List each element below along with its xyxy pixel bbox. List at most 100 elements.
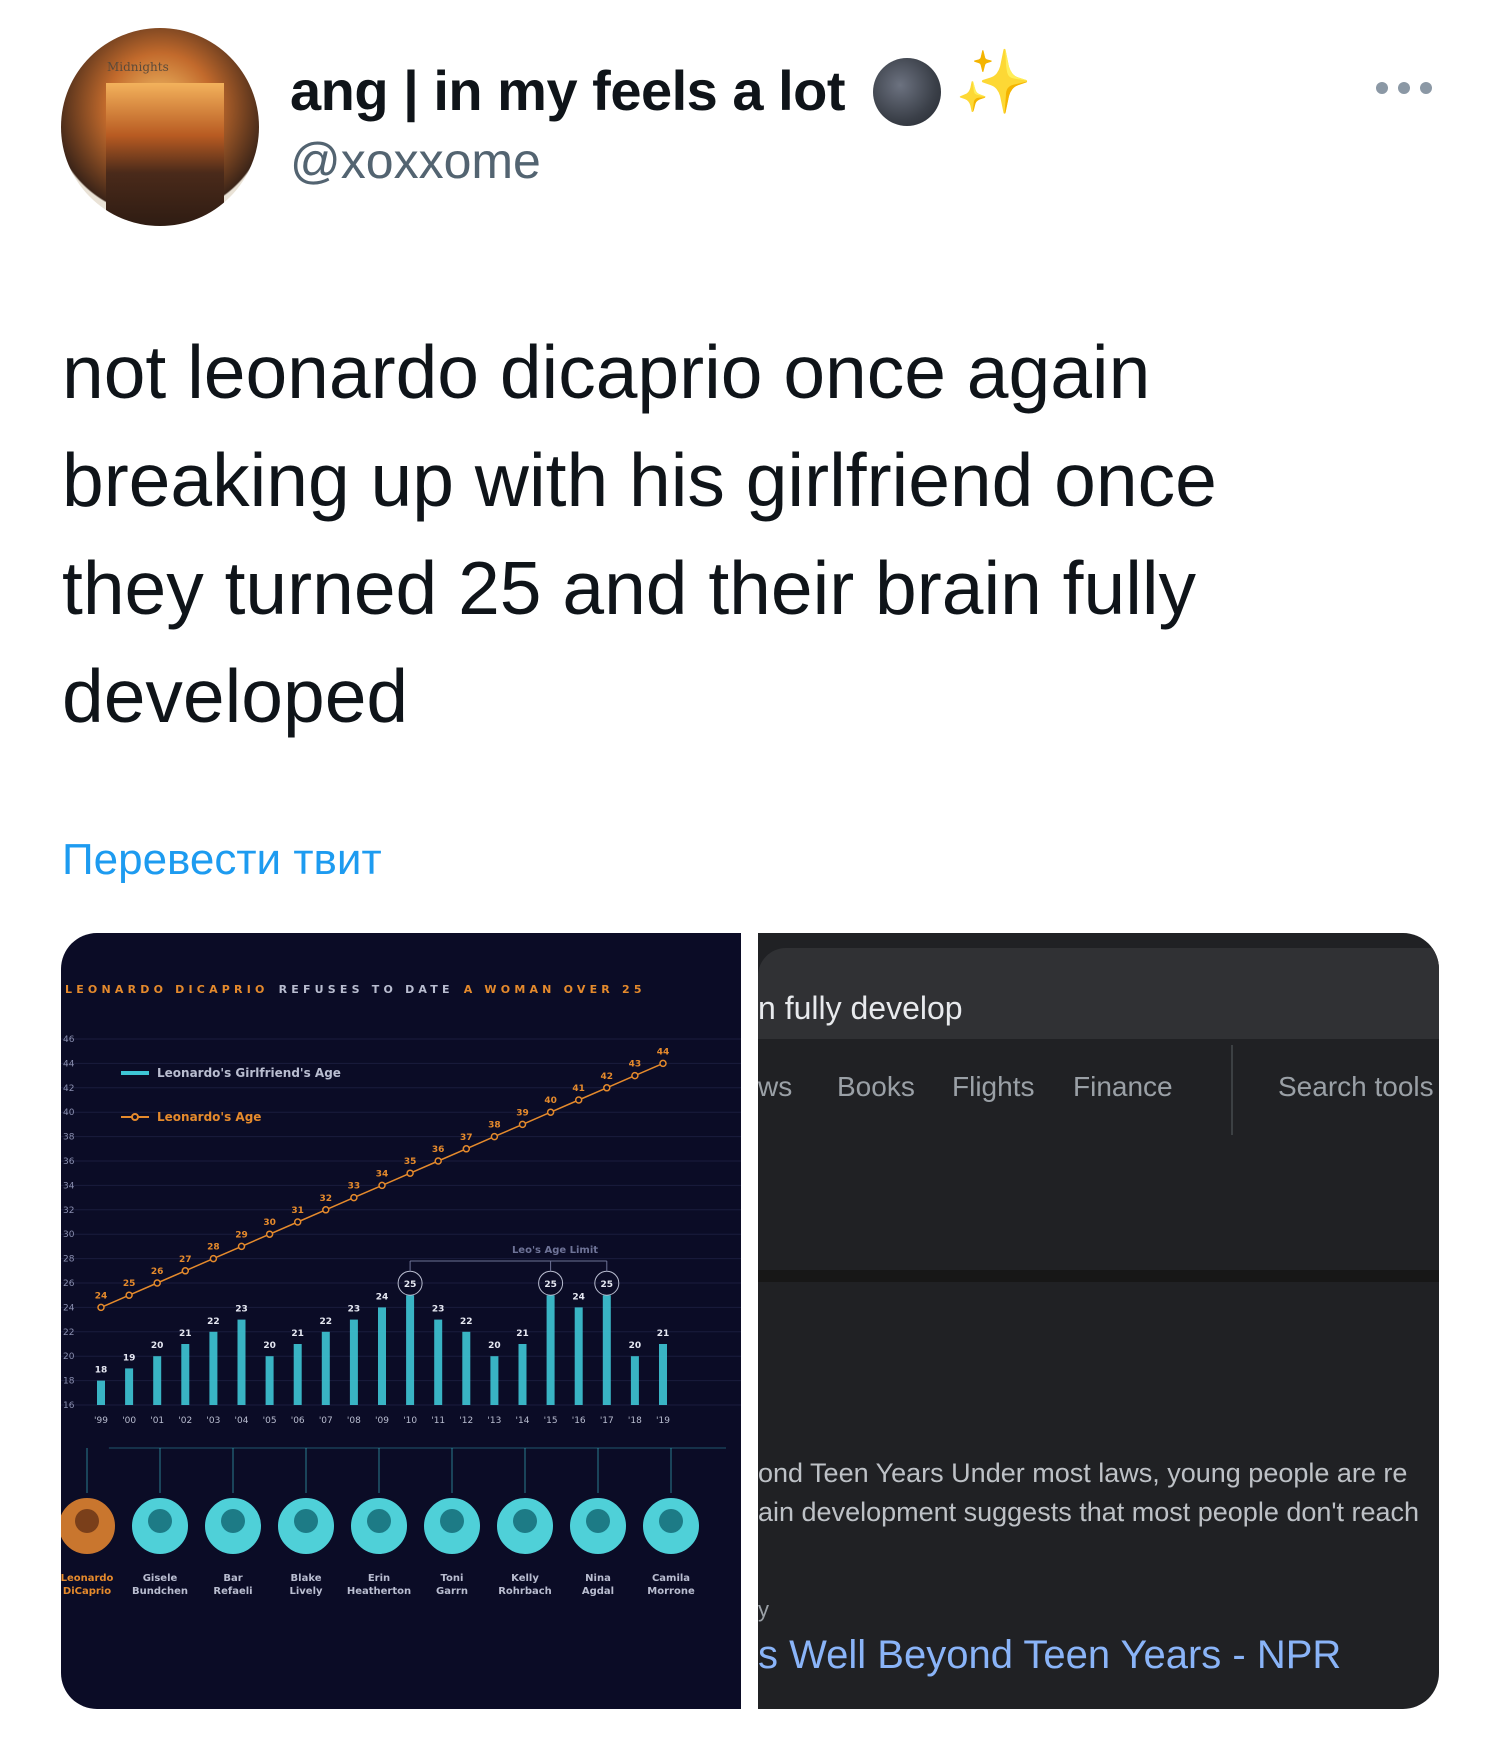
google-screenshot[interactable]: n fully develop ws Books Flights Finance… bbox=[758, 933, 1439, 1709]
tab-finance: Finance bbox=[1073, 1071, 1173, 1102]
avatar-caption: Midnights bbox=[107, 60, 169, 74]
bar-value-label: 25 bbox=[601, 1280, 614, 1290]
girlfriend-age-bar bbox=[237, 1319, 246, 1405]
bar-value-label: 23 bbox=[432, 1305, 445, 1315]
person-first-name: Leonardo bbox=[61, 1573, 114, 1584]
result-snippet-line: ain development suggests that most peopl… bbox=[758, 1497, 1420, 1527]
chart-title-part-1: LEONARDO DICAPRIO bbox=[65, 983, 269, 996]
tweet-text: not leonardo dicaprio once again breakin… bbox=[62, 318, 1422, 750]
line-value-label: 31 bbox=[291, 1206, 304, 1216]
x-tick-label: '99 bbox=[94, 1416, 108, 1426]
line-value-label: 29 bbox=[235, 1230, 248, 1240]
leonardo-age-point bbox=[574, 1096, 583, 1104]
leonardo-age-point bbox=[434, 1157, 442, 1165]
x-tick-label: '12 bbox=[459, 1416, 473, 1426]
translate-tweet-link[interactable]: Перевести твит bbox=[62, 835, 382, 885]
tweet-text-line: developed bbox=[62, 654, 409, 738]
leonardo-age-point bbox=[546, 1108, 555, 1116]
x-tick-label: '02 bbox=[178, 1416, 192, 1426]
person-last-name: Heatherton bbox=[347, 1586, 411, 1597]
girlfriend-age-bar bbox=[546, 1295, 555, 1405]
line-value-label: 38 bbox=[488, 1121, 501, 1131]
person-last-name: DiCaprio bbox=[63, 1586, 111, 1597]
y-tick-label: 20 bbox=[63, 1352, 75, 1362]
tweet-media: LEONARDO DICAPRIO REFUSES TO DATE A WOMAN … bbox=[61, 933, 1439, 1709]
line-value-label: 32 bbox=[320, 1194, 333, 1204]
avatar[interactable]: Midnights bbox=[61, 28, 259, 226]
person-first-name: Nina bbox=[585, 1573, 611, 1584]
line-value-label: 25 bbox=[123, 1279, 136, 1289]
bar-value-label: 24 bbox=[376, 1292, 389, 1302]
person-last-name: Morrone bbox=[647, 1586, 695, 1597]
line-value-label: 40 bbox=[544, 1096, 557, 1106]
girlfriend-age-bar bbox=[490, 1356, 499, 1405]
girlfriend-age-bar bbox=[209, 1331, 218, 1405]
leonardo-age-point bbox=[153, 1279, 161, 1287]
tab-flights: Flights bbox=[952, 1071, 1035, 1102]
x-tick-label: '15 bbox=[544, 1416, 558, 1426]
leonardo-age-point bbox=[293, 1218, 302, 1226]
bar-value-label: 25 bbox=[404, 1280, 417, 1290]
line-value-label: 35 bbox=[404, 1157, 417, 1167]
bar-value-label: 24 bbox=[572, 1292, 585, 1302]
user-handle[interactable]: @xoxxome bbox=[290, 132, 541, 190]
bar-value-label: 20 bbox=[263, 1341, 276, 1351]
leonardo-age-point bbox=[490, 1132, 499, 1141]
bar-value-label: 22 bbox=[320, 1317, 333, 1327]
leonardo-age-point bbox=[378, 1181, 386, 1190]
person-first-name: Toni bbox=[441, 1573, 464, 1584]
line-value-label: 36 bbox=[432, 1145, 445, 1155]
person-last-name: Agdal bbox=[582, 1586, 614, 1597]
x-tick-label: '05 bbox=[263, 1416, 277, 1426]
y-tick-label: 32 bbox=[63, 1206, 74, 1216]
search-bar: n fully develop bbox=[758, 948, 1439, 1039]
bar-value-label: 21 bbox=[179, 1329, 192, 1339]
age-chart: LEONARDO DICAPRIO REFUSES TO DATE A WOMAN … bbox=[61, 983, 741, 1597]
tab-search-tools: Search tools bbox=[1278, 1071, 1434, 1102]
person-avatar-face bbox=[221, 1509, 245, 1533]
person-first-name: Blake bbox=[291, 1573, 322, 1584]
person-last-name: Bundchen bbox=[132, 1586, 188, 1597]
bar-value-label: 23 bbox=[348, 1305, 361, 1315]
x-tick-label: '01 bbox=[150, 1416, 164, 1426]
bar-value-label: 20 bbox=[151, 1341, 164, 1351]
bar-value-label: 22 bbox=[460, 1317, 473, 1327]
x-tick-label: '03 bbox=[206, 1416, 220, 1426]
line-value-label: 33 bbox=[348, 1182, 361, 1192]
x-tick-label: '10 bbox=[403, 1416, 417, 1426]
x-tick-label: '16 bbox=[572, 1416, 586, 1426]
person-avatar-face bbox=[367, 1509, 391, 1533]
chart-image[interactable]: LEONARDO DICAPRIO REFUSES TO DATE A WOMAN … bbox=[61, 933, 741, 1709]
girlfriend-age-bar bbox=[293, 1344, 302, 1405]
search-query: n fully develop bbox=[758, 990, 963, 1026]
legend-label: Leonardo's Age bbox=[157, 1110, 261, 1124]
girlfriend-age-bar bbox=[265, 1356, 274, 1405]
girlfriend-age-bar bbox=[406, 1295, 415, 1405]
person-avatar-face bbox=[659, 1509, 683, 1533]
new-moon-face-icon bbox=[873, 58, 941, 126]
leonardo-age-point bbox=[659, 1059, 667, 1068]
bar-value-label: 19 bbox=[123, 1353, 136, 1363]
bar-value-label: 21 bbox=[516, 1329, 529, 1339]
x-tick-label: '11 bbox=[431, 1416, 445, 1426]
bar-value-label: 25 bbox=[544, 1280, 557, 1290]
person-avatar-face bbox=[440, 1509, 464, 1533]
tweet-text-line: not leonardo dicaprio once again bbox=[62, 330, 1151, 414]
person-first-name: Erin bbox=[368, 1573, 390, 1584]
leonardo-age-point bbox=[322, 1206, 330, 1214]
x-tick-label: '18 bbox=[628, 1416, 642, 1426]
display-name[interactable]: ang | in my feels a lot bbox=[290, 58, 845, 123]
line-value-label: 34 bbox=[376, 1169, 389, 1179]
more-horizontal-icon[interactable] bbox=[1376, 82, 1432, 102]
leonardo-age-point bbox=[265, 1230, 274, 1238]
tab-books: Books bbox=[837, 1071, 915, 1102]
bar-value-label: 18 bbox=[95, 1366, 108, 1376]
bar-value-label: 21 bbox=[291, 1329, 304, 1339]
girlfriend-age-bar bbox=[434, 1319, 443, 1405]
y-tick-label: 46 bbox=[63, 1035, 75, 1045]
person-last-name: Lively bbox=[289, 1586, 323, 1597]
x-tick-label: '19 bbox=[656, 1416, 670, 1426]
y-tick-label: 40 bbox=[63, 1108, 75, 1118]
girlfriend-age-bar bbox=[153, 1356, 162, 1405]
avatar-image bbox=[106, 83, 224, 226]
